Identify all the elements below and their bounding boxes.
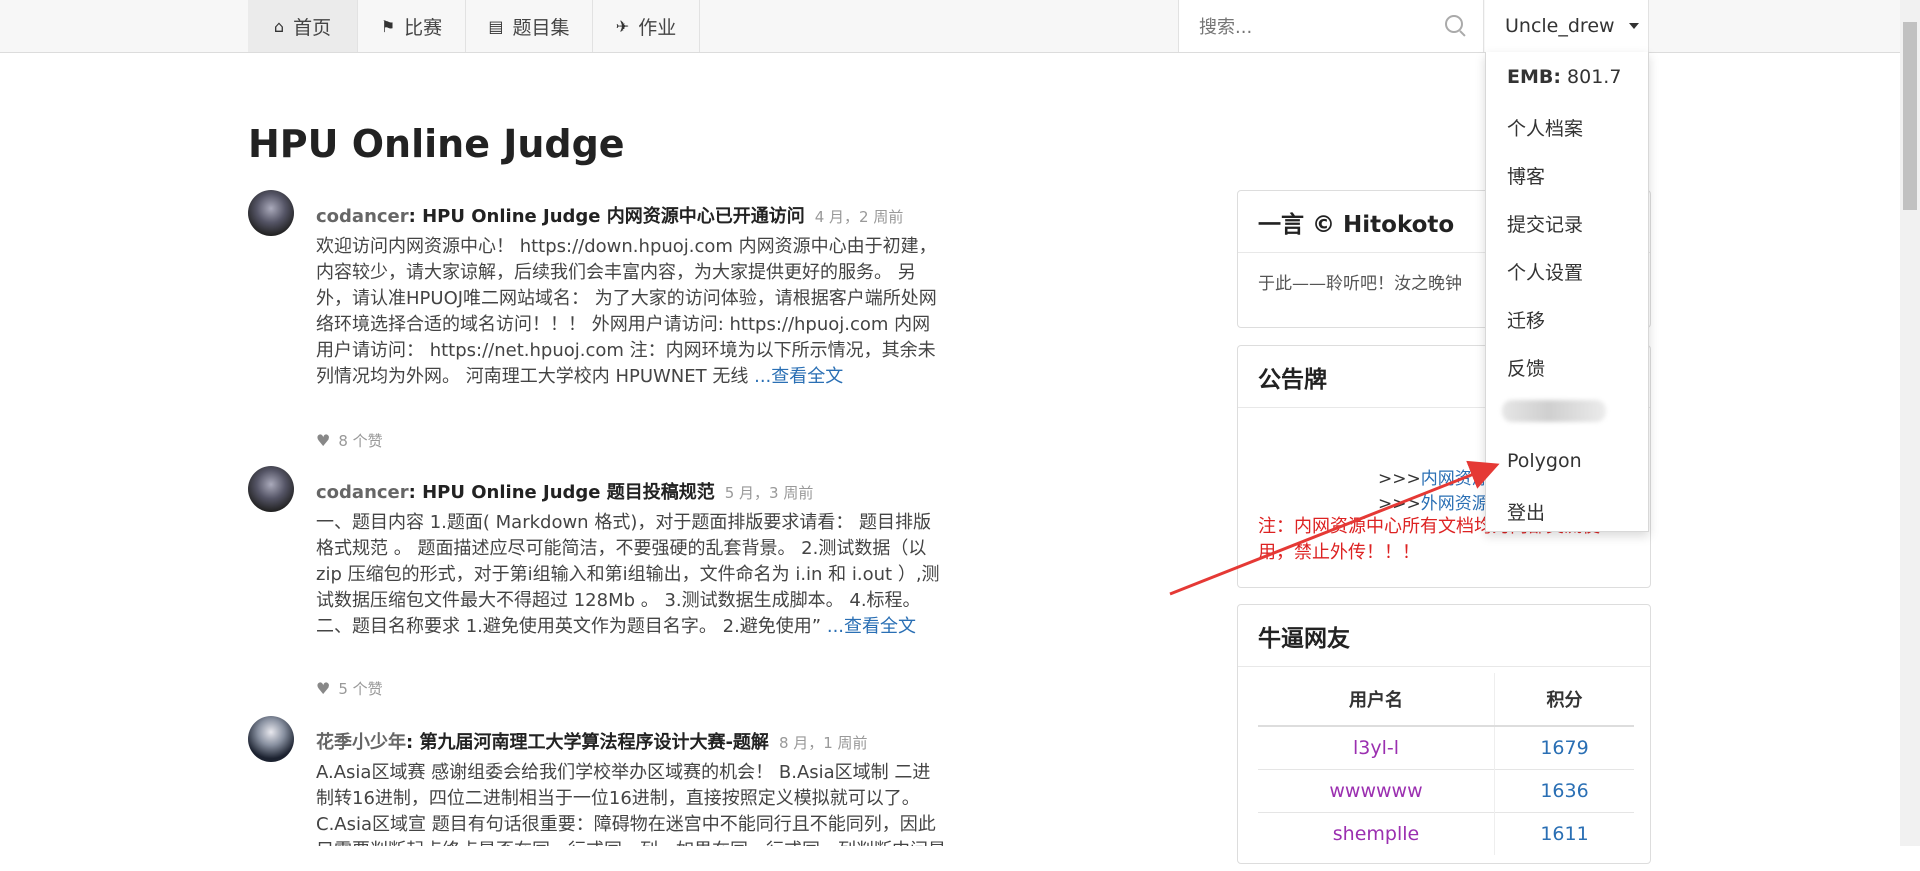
menu-item-logout[interactable]: 登出 xyxy=(1507,498,1545,525)
emb-rating: EMB: 801.7 xyxy=(1507,66,1621,88)
home-icon: ⌂ xyxy=(273,16,285,36)
rank-username[interactable]: shemplle xyxy=(1258,812,1495,855)
post-time: 4 月，2 周前 xyxy=(814,208,904,226)
like-count-label: 8 个赞 xyxy=(338,432,383,450)
nav-contests-label: 比赛 xyxy=(404,16,443,39)
post-header: 花季小少年: 第九届河南理工大学算法程序设计大赛-题解 8 月，1 周前 xyxy=(316,728,868,754)
menu-item-profile[interactable]: 个人档案 xyxy=(1507,114,1583,141)
nav-problemsets-label: 题目集 xyxy=(512,16,570,39)
post-author[interactable]: 花季小少年 xyxy=(316,732,406,753)
ranking-title: 牛逼网友 xyxy=(1238,605,1650,667)
blurred-menu-item[interactable] xyxy=(1502,400,1606,422)
menu-item-feedback[interactable]: 反馈 xyxy=(1507,354,1545,381)
search-input[interactable] xyxy=(1197,12,1431,42)
column-header-score: 积分 xyxy=(1494,673,1634,727)
post-author[interactable]: codancer xyxy=(316,482,409,503)
page-scrollbar[interactable] xyxy=(1900,0,1920,846)
rank-username[interactable]: l3yl-l xyxy=(1258,725,1495,770)
post-header: codancer: HPU Online Judge 题目投稿规范 5 月，3 周… xyxy=(316,478,813,504)
nav-homework-label: 作业 xyxy=(638,16,677,39)
notice-prefix: >>> xyxy=(1378,469,1421,489)
book-icon: ▤ xyxy=(488,16,504,36)
post-title[interactable]: : HPU Online Judge 内网资源中心已开通访问 xyxy=(409,206,805,227)
caret-down-icon xyxy=(1628,23,1639,29)
flag-icon: ⚑ xyxy=(380,16,396,36)
post-time: 8 月，1 周前 xyxy=(778,734,868,752)
post-excerpt: 一、题目内容 1.题面( Markdown 格式)，对于题面排版要求请看： 题目… xyxy=(316,510,946,640)
search-icon[interactable] xyxy=(1445,15,1463,33)
ranking-body: 用户名 积分 l3yl-l 1679 wwwwww 1636 shemplle … xyxy=(1238,667,1650,871)
plane-icon: ✈ xyxy=(615,16,630,36)
nav-problemsets[interactable]: ▤ 题目集 xyxy=(466,0,593,52)
rank-score[interactable]: 1679 xyxy=(1494,725,1634,770)
user-dropdown-menu: EMB: 801.7 个人档案 博客 提交记录 个人设置 迁移 反馈 Polyg… xyxy=(1485,52,1649,532)
scrollbar-thumb[interactable] xyxy=(1903,22,1917,210)
notice-prefix: >>> xyxy=(1378,494,1421,514)
post-excerpt: A.Asia区域赛 感谢组委会给我们学校举办区域赛的机会！ B.Asia区域制 … xyxy=(316,760,946,846)
post-title[interactable]: : HPU Online Judge 题目投稿规范 xyxy=(409,482,715,503)
table-row: shemplle 1611 xyxy=(1258,812,1634,855)
post-author[interactable]: codancer xyxy=(316,206,409,227)
post-item: codancer: HPU Online Judge 内网资源中心已开通访问 4 … xyxy=(248,190,948,450)
table-row: wwwwww 1636 xyxy=(1258,769,1634,813)
rank-score[interactable]: 1611 xyxy=(1494,812,1634,855)
emb-value: 801.7 xyxy=(1567,66,1622,88)
top-navbar: ⌂ 首页 ⚑ 比赛 ▤ 题目集 ✈ 作业 Uncle_drew xyxy=(0,0,1900,53)
post-item: codancer: HPU Online Judge 题目投稿规范 5 月，3 周… xyxy=(248,466,948,716)
post-excerpt-text: A.Asia区域赛 感谢组委会给我们学校举办区域赛的机会！ B.Asia区域制 … xyxy=(316,762,946,846)
ranking-panel: 牛逼网友 用户名 积分 l3yl-l 1679 wwwwww 1636 shem… xyxy=(1237,604,1651,864)
avatar[interactable] xyxy=(248,466,294,512)
read-more-link[interactable]: ...查看全文 xyxy=(827,616,916,637)
search-box xyxy=(1178,0,1484,52)
column-header-username: 用户名 xyxy=(1258,673,1495,727)
nav-home-label: 首页 xyxy=(293,16,332,39)
like-count[interactable]: ♥ 5 个赞 xyxy=(316,678,383,699)
table-row: l3yl-l 1679 xyxy=(1258,725,1634,770)
menu-item-polygon[interactable]: Polygon xyxy=(1507,450,1582,472)
post-time: 5 月，3 周前 xyxy=(724,484,814,502)
menu-item-submissions[interactable]: 提交记录 xyxy=(1507,210,1583,237)
heart-icon: ♥ xyxy=(316,431,331,450)
avatar[interactable] xyxy=(248,716,294,762)
post-title[interactable]: : 第九届河南理工大学算法程序设计大赛-题解 xyxy=(406,732,769,753)
emb-label: EMB: xyxy=(1507,66,1561,88)
nav-contests[interactable]: ⚑ 比赛 xyxy=(358,0,466,52)
nav-home[interactable]: ⌂ 首页 xyxy=(248,0,358,52)
username-label: Uncle_drew xyxy=(1505,15,1615,37)
page-title: HPU Online Judge xyxy=(248,122,625,166)
avatar[interactable] xyxy=(248,190,294,236)
user-menu-toggle[interactable]: Uncle_drew xyxy=(1485,0,1649,52)
menu-item-settings[interactable]: 个人设置 xyxy=(1507,258,1583,285)
rank-username[interactable]: wwwwww xyxy=(1258,769,1495,813)
post-excerpt-text: 欢迎访问内网资源中心！ https://down.hpuoj.com 内网资源中… xyxy=(316,236,937,387)
menu-item-blog[interactable]: 博客 xyxy=(1507,162,1545,189)
like-count-label: 5 个赞 xyxy=(338,680,383,698)
like-count[interactable]: ♥ 8 个赞 xyxy=(316,430,383,451)
read-more-link[interactable]: ...查看全文 xyxy=(754,366,843,387)
rank-score[interactable]: 1636 xyxy=(1494,769,1634,813)
table-header-row: 用户名 积分 xyxy=(1258,673,1634,727)
heart-icon: ♥ xyxy=(316,679,331,698)
post-excerpt: 欢迎访问内网资源中心！ https://down.hpuoj.com 内网资源中… xyxy=(316,234,946,390)
post-item: 花季小少年: 第九届河南理工大学算法程序设计大赛-题解 8 月，1 周前 A.As… xyxy=(248,716,948,846)
nav-homework[interactable]: ✈ 作业 xyxy=(593,0,700,52)
ranking-table: 用户名 积分 l3yl-l 1679 wwwwww 1636 shemplle … xyxy=(1258,673,1634,855)
menu-item-migrate[interactable]: 迁移 xyxy=(1507,306,1545,333)
post-header: codancer: HPU Online Judge 内网资源中心已开通访问 4 … xyxy=(316,202,903,228)
